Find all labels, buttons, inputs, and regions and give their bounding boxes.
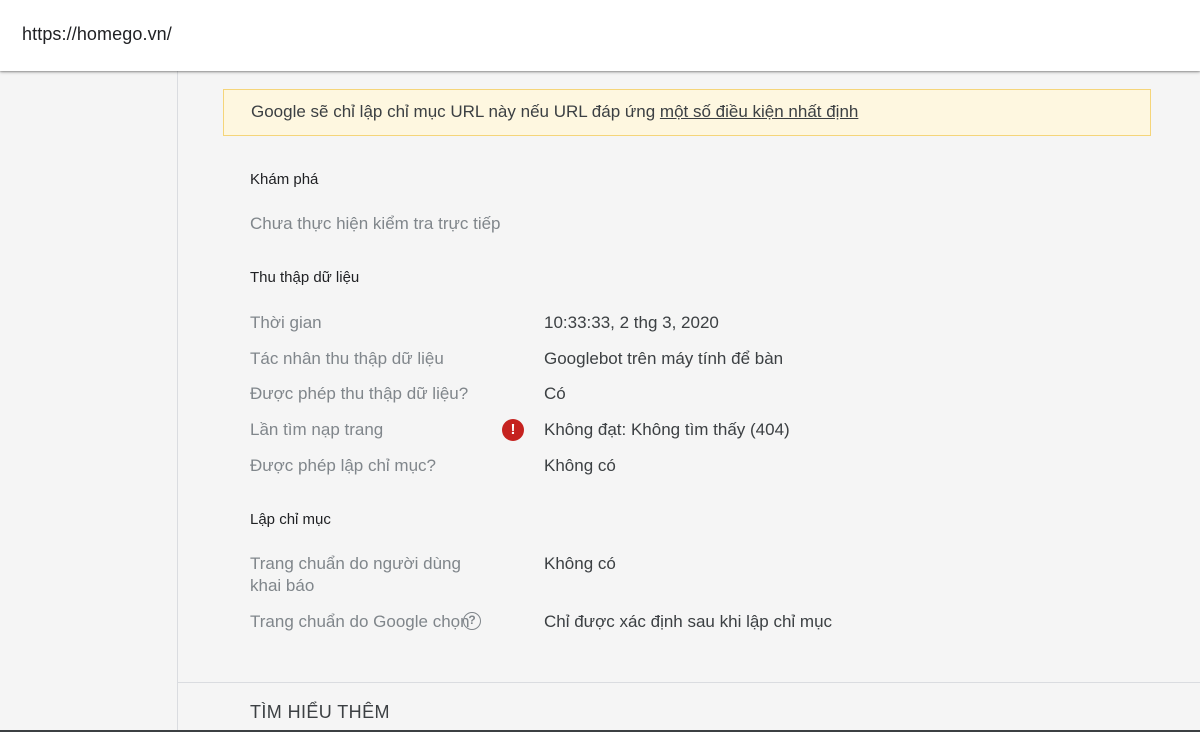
help-icon[interactable]: ? — [463, 612, 481, 630]
google-canonical-label: Trang chuẩn do Google chọn — [250, 612, 470, 631]
crawl-allowed-label: Được phép thu thập dữ liệu? — [250, 384, 469, 403]
conditions-link[interactable]: một số điều kiện nhất định — [660, 102, 858, 121]
page-url: https://homego.vn/ — [22, 24, 172, 44]
crawler-agent-value: Googlebot trên máy tính để bàn — [544, 349, 784, 368]
section-title-discovery: Khám phá — [250, 171, 319, 188]
crawler-agent-label: Tác nhân thu thập dữ liệu — [250, 349, 444, 368]
user-canonical-value: Không có — [544, 554, 616, 573]
inspection-panel: Google sẽ chỉ lập chỉ mục URL này nếu UR… — [177, 71, 1200, 732]
section-title-indexing: Lập chỉ mục — [250, 511, 331, 528]
user-canonical-label: Trang chuẩn do người dùng khai báo — [250, 554, 461, 595]
learn-more-link[interactable]: TÌM HIỂU THÊM — [250, 702, 390, 723]
section-title-crawl: Thu thập dữ liệu — [250, 269, 360, 286]
error-icon: ! — [502, 419, 524, 441]
divider — [178, 682, 1200, 683]
crawl-time-value: 10:33:33, 2 thg 3, 2020 — [544, 313, 719, 332]
indexing-notice: Google sẽ chỉ lập chỉ mục URL này nếu UR… — [223, 89, 1151, 136]
left-rail — [0, 71, 177, 732]
indexing-allowed-label: Được phép lập chỉ mục? — [250, 456, 437, 475]
crawl-time-label: Thời gian — [250, 313, 322, 332]
page-fetch-label: Lần tìm nạp trang — [250, 420, 384, 439]
url-header: https://homego.vn/ — [0, 0, 1200, 71]
discovery-status: Chưa thực hiện kiểm tra trực tiếp — [250, 214, 501, 233]
crawl-allowed-value: Có — [544, 384, 566, 403]
notice-text: Google sẽ chỉ lập chỉ mục URL này nếu UR… — [251, 102, 660, 121]
google-canonical-value: Chỉ được xác định sau khi lập chỉ mục — [544, 612, 833, 631]
page-fetch-value: Không đạt: Không tìm thấy (404) — [544, 420, 790, 439]
indexing-allowed-value: Không có — [544, 456, 616, 475]
